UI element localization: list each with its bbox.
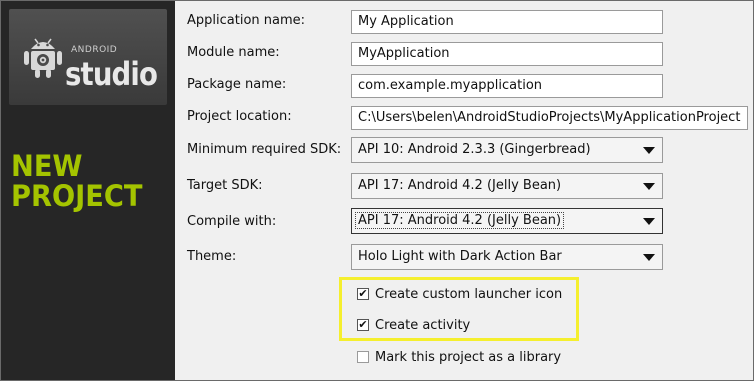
target-sdk-select[interactable]: API 17: Android 4.2 (Jelly Bean)	[351, 173, 663, 199]
package-name-label: Package name:	[187, 77, 287, 92]
module-name-label: Module name:	[187, 45, 280, 60]
min-sdk-select[interactable]: API 10: Android 2.3.3 (Gingerbread)	[351, 137, 663, 163]
mark-library-checkbox[interactable]	[357, 351, 369, 363]
logo-android-label: ANDROID	[71, 45, 118, 55]
target-sdk-value: API 17: Android 4.2 (Jelly Bean)	[358, 178, 562, 193]
mark-library-label: Mark this project as a library	[375, 350, 562, 365]
dropdown-arrow-icon	[643, 254, 655, 261]
compile-with-label: Compile with:	[187, 214, 277, 229]
app-name-input[interactable]: My Application	[351, 10, 663, 34]
sidebar-title-project: PROJECT	[11, 179, 143, 213]
dropdown-arrow-icon	[643, 218, 655, 225]
dropdown-arrow-icon	[643, 183, 655, 190]
project-location-label: Project location:	[187, 109, 292, 124]
compile-with-value: API 17: Android 4.2 (Jelly Bean)	[355, 212, 565, 229]
sidebar-title-new: NEW	[11, 149, 83, 183]
min-sdk-value: API 10: Android 2.3.3 (Gingerbread)	[358, 142, 591, 157]
theme-value: Holo Light with Dark Action Bar	[358, 249, 562, 264]
project-location-input[interactable]: C:\Users\belen\AndroidStudioProjects\MyA…	[351, 106, 748, 130]
theme-label: Theme:	[187, 249, 237, 264]
new-project-window: ANDROID studio NEW PROJECT Application n…	[0, 0, 754, 381]
module-name-input[interactable]: MyApplication	[351, 42, 663, 66]
compile-with-select[interactable]: API 17: Android 4.2 (Jelly Bean)	[351, 208, 663, 234]
package-name-input[interactable]: com.example.myapplication	[351, 74, 663, 98]
theme-select[interactable]: Holo Light with Dark Action Bar	[351, 244, 663, 270]
sidebar: ANDROID studio NEW PROJECT	[1, 1, 175, 380]
min-sdk-label: Minimum required SDK:	[187, 142, 342, 157]
target-sdk-label: Target SDK:	[187, 178, 263, 193]
annotation-highlight-box	[339, 277, 579, 341]
logo-studio-label: studio	[65, 55, 158, 93]
android-robot-icon	[24, 38, 62, 78]
dropdown-arrow-icon	[643, 147, 655, 154]
app-name-label: Application name:	[187, 13, 306, 28]
android-studio-logo: ANDROID studio	[9, 9, 167, 105]
